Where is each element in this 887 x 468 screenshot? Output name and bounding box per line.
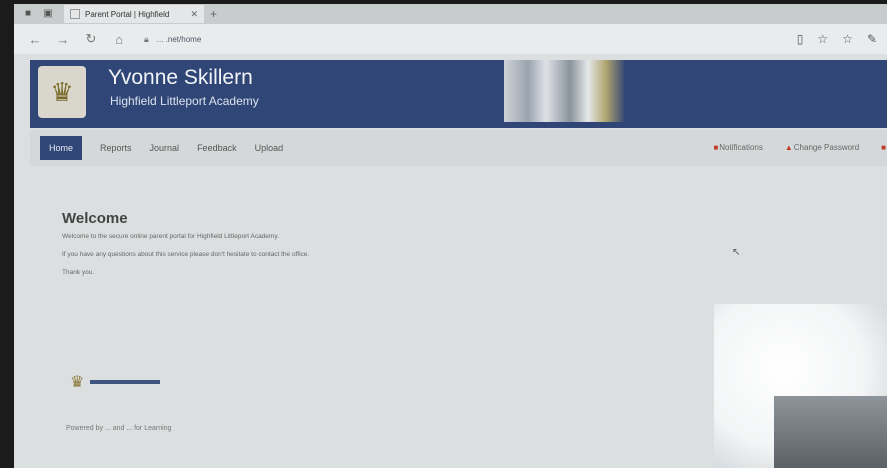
lock-icon: 🔒︎ — [144, 33, 149, 44]
powered-by-text: Powered by ... and ... for Learning — [66, 425, 172, 432]
school-name: Highfield Littleport Academy — [110, 94, 259, 108]
browser-screen: ■ ▣ Parent Portal | Highfield ✕ + ← → ↻ … — [14, 4, 887, 468]
welcome-text-2: If you have any questions about this ser… — [62, 251, 310, 258]
change-password-link[interactable]: ▲Change Password — [785, 143, 859, 152]
change-password-label: Change Password — [793, 143, 860, 152]
mouse-cursor-icon: ↖ — [732, 247, 741, 258]
page-title: Welcome — [62, 210, 128, 227]
back-icon[interactable]: ← — [28, 32, 42, 47]
menu-item-reports[interactable]: Reports — [100, 143, 132, 153]
address-bar: ← → ↻ ⌂ 🔒︎ ... .net/home ▯ ☆ ☆ ✎ — [14, 24, 887, 54]
browser-menu-icon[interactable]: ■ — [22, 8, 34, 20]
main-menu: Home Reports Journal Feedback Upload ■No… — [30, 130, 887, 166]
user-name: Yvonne Skillern — [108, 66, 253, 89]
browser-toolbar-right: ▯ ☆ ☆ ✎ — [797, 32, 877, 46]
footer-logo: ♛ — [70, 372, 161, 392]
portal-header: ♛ Yvonne Skillern Highfield Littleport A… — [30, 60, 887, 128]
reading-view-icon[interactable]: ▯ — [797, 32, 804, 46]
welcome-section: Welcome Welcome to the secure online par… — [62, 210, 309, 287]
notes-icon[interactable]: ✎ — [867, 32, 877, 46]
tab-favicon-icon — [70, 9, 80, 19]
header-banner-image — [504, 60, 624, 122]
footer-crest-icon: ♛ — [70, 374, 85, 391]
menu-item-journal[interactable]: Journal — [150, 143, 180, 153]
tab-title: Parent Portal | Highfield — [85, 9, 170, 19]
user-icon: ▲ — [784, 143, 793, 152]
forward-icon[interactable]: → — [56, 32, 70, 47]
tab-actions-icon[interactable]: ▣ — [42, 8, 54, 20]
url-text: ... .net/home — [156, 34, 202, 44]
new-tab-icon[interactable]: + — [210, 7, 217, 21]
notifications-label: Notifications — [719, 143, 763, 152]
tab-bar: ■ ▣ Parent Portal | Highfield ✕ + — [14, 4, 887, 24]
menu-right: ■Notifications ▲Change Password ■ — [713, 143, 887, 152]
school-crest-icon: ♛ — [38, 66, 86, 118]
menu-item-home[interactable]: Home — [40, 136, 83, 160]
screen-glare — [714, 304, 887, 468]
browser-tab[interactable]: Parent Portal | Highfield ✕ — [64, 5, 204, 23]
menu-item-upload[interactable]: Upload — [255, 143, 284, 153]
menu-item-feedback[interactable]: Feedback — [197, 143, 237, 153]
footer-logo-bar — [90, 380, 161, 384]
favorites-hub-icon[interactable]: ☆ — [842, 32, 853, 46]
welcome-text-3: Thank you. — [62, 269, 95, 276]
url-field[interactable]: 🔒︎ ... .net/home — [144, 34, 201, 45]
tab-close-icon[interactable]: ✕ — [190, 9, 198, 20]
notifications-link[interactable]: ■Notifications — [713, 143, 762, 152]
logout-icon[interactable]: ■ — [881, 143, 887, 152]
home-icon[interactable]: ⌂ — [112, 32, 126, 47]
welcome-text-1: Welcome to the secure online parent port… — [62, 233, 279, 240]
bell-icon: ■ — [713, 143, 719, 152]
refresh-icon[interactable]: ↻ — [84, 31, 98, 47]
favorite-star-icon[interactable]: ☆ — [817, 32, 828, 46]
